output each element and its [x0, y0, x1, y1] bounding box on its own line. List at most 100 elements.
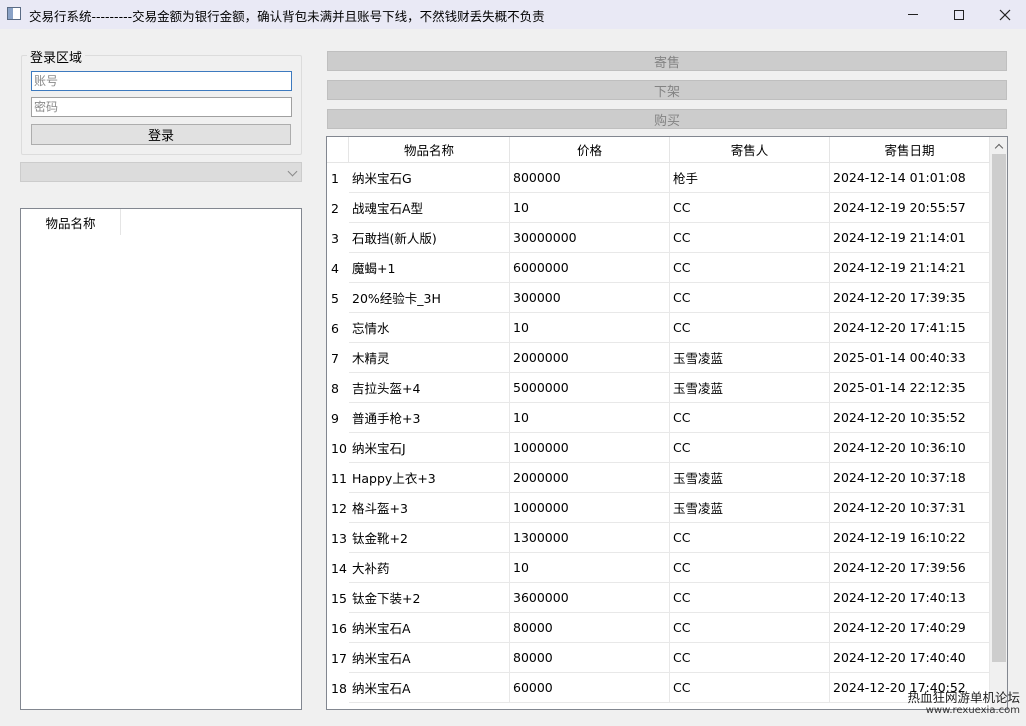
cell-seller[interactable]: CC	[670, 403, 830, 433]
row-number[interactable]: 14	[327, 553, 349, 583]
inventory-list-header[interactable]: 物品名称	[21, 209, 121, 235]
cell-price[interactable]: 10	[510, 403, 670, 433]
table-row[interactable]: 7 木精灵 2000000 玉雪凌蓝 2025-01-14 00:40:33	[327, 343, 990, 373]
row-number[interactable]: 11	[327, 463, 349, 493]
cell-price[interactable]: 80000	[510, 643, 670, 673]
cell-seller[interactable]: CC	[670, 223, 830, 253]
row-number[interactable]: 17	[327, 643, 349, 673]
password-input[interactable]	[31, 97, 292, 117]
close-button[interactable]	[982, 0, 1026, 29]
table-row[interactable]: 9 普通手枪+3 10 CC 2024-12-20 10:35:52	[327, 403, 990, 433]
row-number[interactable]: 4	[327, 253, 349, 283]
cell-name[interactable]: 魔蝎+1	[349, 253, 510, 283]
table-row[interactable]: 3 石敢挡(新人版) 30000000 CC 2024-12-19 21:14:01	[327, 223, 990, 253]
cell-date[interactable]: 2024-12-19 20:55:57	[830, 193, 990, 223]
cell-seller[interactable]: 玉雪凌蓝	[670, 343, 830, 373]
row-number[interactable]: 9	[327, 403, 349, 433]
cell-seller[interactable]: CC	[670, 583, 830, 613]
cell-price[interactable]: 1300000	[510, 523, 670, 553]
cell-date[interactable]: 2024-12-20 17:40:40	[830, 643, 990, 673]
login-button[interactable]: 登录	[31, 124, 291, 145]
table-row[interactable]: 6 忘情水 10 CC 2024-12-20 17:41:15	[327, 313, 990, 343]
cell-name[interactable]: 普通手枪+3	[349, 403, 510, 433]
cell-price[interactable]: 10	[510, 553, 670, 583]
cell-name[interactable]: 20%经验卡_3H	[349, 283, 510, 313]
cell-name[interactable]: 忘情水	[349, 313, 510, 343]
table-row[interactable]: 12 格斗盔+3 1000000 玉雪凌蓝 2024-12-20 10:37:31	[327, 493, 990, 523]
cell-date[interactable]: 2024-12-20 10:37:18	[830, 463, 990, 493]
cell-price[interactable]: 800000	[510, 163, 670, 193]
item-combo-box[interactable]	[20, 162, 302, 182]
cell-price[interactable]: 10	[510, 313, 670, 343]
table-row[interactable]: 11 Happy上衣+3 2000000 玉雪凌蓝 2024-12-20 10:37:1…	[327, 463, 990, 493]
table-row[interactable]: 16 纳米宝石A 80000 CC 2024-12-20 17:40:29	[327, 613, 990, 643]
row-number[interactable]: 10	[327, 433, 349, 463]
cell-date[interactable]: 2024-12-19 21:14:21	[830, 253, 990, 283]
cell-seller[interactable]: CC	[670, 283, 830, 313]
table-row[interactable]: 17 纳米宝石A 80000 CC 2024-12-20 17:40:40	[327, 643, 990, 673]
table-row[interactable]: 18 纳米宝石A 60000 CC 2024-12-20 17:40:52	[327, 673, 990, 703]
buy-button[interactable]: 购买	[327, 109, 1007, 129]
cell-seller[interactable]: CC	[670, 523, 830, 553]
cell-price[interactable]: 2000000	[510, 463, 670, 493]
column-header-date[interactable]: 寄售日期	[830, 137, 990, 163]
cell-seller[interactable]: CC	[670, 193, 830, 223]
cell-date[interactable]: 2024-12-19 21:14:01	[830, 223, 990, 253]
scroll-up-button[interactable]	[990, 137, 1007, 154]
table-row[interactable]: 5 20%经验卡_3H 300000 CC 2024-12-20 17:39:35	[327, 283, 990, 313]
row-number[interactable]: 1	[327, 163, 349, 193]
cell-seller[interactable]: CC	[670, 553, 830, 583]
cell-name[interactable]: 纳米宝石A	[349, 643, 510, 673]
maximize-button[interactable]	[936, 0, 982, 29]
cell-seller[interactable]: 枪手	[670, 163, 830, 193]
cell-price[interactable]: 10	[510, 193, 670, 223]
row-number[interactable]: 2	[327, 193, 349, 223]
cell-name[interactable]: 木精灵	[349, 343, 510, 373]
cell-seller[interactable]: CC	[670, 613, 830, 643]
account-input[interactable]	[31, 71, 292, 91]
cell-seller[interactable]: CC	[670, 433, 830, 463]
cell-seller[interactable]: CC	[670, 673, 830, 703]
cell-date[interactable]: 2024-12-14 01:01:08	[830, 163, 990, 193]
cell-price[interactable]: 3600000	[510, 583, 670, 613]
cell-price[interactable]: 60000	[510, 673, 670, 703]
table-row[interactable]: 14 大补药 10 CC 2024-12-20 17:39:56	[327, 553, 990, 583]
cell-name[interactable]: 纳米宝石A	[349, 613, 510, 643]
cell-name[interactable]: 纳米宝石J	[349, 433, 510, 463]
inventory-list[interactable]: 物品名称	[20, 208, 302, 710]
cell-name[interactable]: 石敢挡(新人版)	[349, 223, 510, 253]
cell-date[interactable]: 2024-12-20 10:36:10	[830, 433, 990, 463]
cell-date[interactable]: 2025-01-14 22:12:35	[830, 373, 990, 403]
cell-date[interactable]: 2024-12-20 17:39:35	[830, 283, 990, 313]
cell-date[interactable]: 2024-12-20 17:40:13	[830, 583, 990, 613]
column-header-seller[interactable]: 寄售人	[670, 137, 830, 163]
cell-name[interactable]: Happy上衣+3	[349, 463, 510, 493]
cell-name[interactable]: 格斗盔+3	[349, 493, 510, 523]
cell-seller[interactable]: CC	[670, 253, 830, 283]
row-number[interactable]: 6	[327, 313, 349, 343]
cell-name[interactable]: 钛金下装+2	[349, 583, 510, 613]
scrollbar-thumb[interactable]	[992, 154, 1006, 662]
minimize-button[interactable]	[890, 0, 936, 29]
cell-seller[interactable]: CC	[670, 643, 830, 673]
table-row[interactable]: 10 纳米宝石J 1000000 CC 2024-12-20 10:36:10	[327, 433, 990, 463]
cell-date[interactable]: 2024-12-20 17:39:56	[830, 553, 990, 583]
cell-price[interactable]: 1000000	[510, 493, 670, 523]
cell-date[interactable]: 2025-01-14 00:40:33	[830, 343, 990, 373]
row-number[interactable]: 16	[327, 613, 349, 643]
cell-name[interactable]: 纳米宝石A	[349, 673, 510, 703]
table-row[interactable]: 1 纳米宝石G 800000 枪手 2024-12-14 01:01:08	[327, 163, 990, 193]
cell-date[interactable]: 2024-12-20 17:40:29	[830, 613, 990, 643]
vertical-scrollbar[interactable]	[990, 137, 1007, 709]
column-header-price[interactable]: 价格	[510, 137, 670, 163]
cell-name[interactable]: 大补药	[349, 553, 510, 583]
cell-price[interactable]: 30000000	[510, 223, 670, 253]
cell-date[interactable]: 2024-12-20 10:37:31	[830, 493, 990, 523]
delist-button[interactable]: 下架	[327, 80, 1007, 100]
cell-price[interactable]: 80000	[510, 613, 670, 643]
table-row[interactable]: 13 钛金靴+2 1300000 CC 2024-12-19 16:10:22	[327, 523, 990, 553]
table-row[interactable]: 2 战魂宝石A型 10 CC 2024-12-19 20:55:57	[327, 193, 990, 223]
row-number[interactable]: 18	[327, 673, 349, 703]
cell-date[interactable]: 2024-12-19 16:10:22	[830, 523, 990, 553]
market-table[interactable]: 物品名称 价格 寄售人 寄售日期 1 纳米宝石G 800000 枪手 2024-12-1…	[326, 136, 1008, 710]
